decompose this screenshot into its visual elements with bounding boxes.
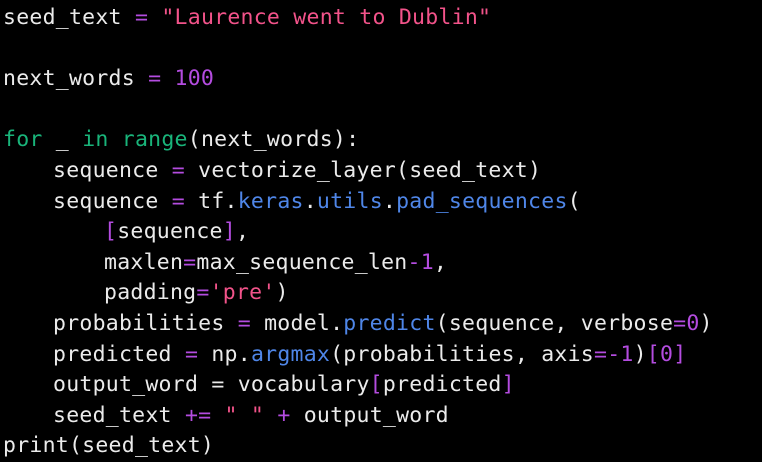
code-token: ] [673,341,687,367]
code-token: pad_sequences [396,188,568,214]
code-token: sequence [53,188,172,214]
code-line: padding='pre') [3,278,713,309]
code-line: sequence = tf.keras.utils.pad_sequences( [3,187,713,218]
code-token: ) [699,310,713,336]
code-token: = [673,310,687,336]
code-line: seed_text += " " + output_word [3,401,713,432]
code-token: ) [633,341,647,367]
code-token: output_word = vocabulary [53,372,370,398]
code-token: ( [567,188,581,214]
code-token: seed_text [3,5,135,30]
code-line: sequence = vectorize_layer(seed_text) [3,156,713,187]
code-token: next_words [3,66,149,92]
code-line: for _ in range(next_words): [3,125,713,156]
code-token: . [303,188,317,214]
code-token: output_word [290,402,449,428]
code-token: , [235,219,250,245]
code-token: padding [104,280,197,306]
code-token: = [237,310,251,336]
code-token: tf. [184,188,238,214]
code-token: utils [316,188,383,214]
code-token: model. [250,310,344,336]
code-token: [ [104,219,118,245]
code-line: print(seed_text) [3,431,713,462]
code-line: output_word = vocabulary[predicted] [3,370,713,401]
code-token: 1 [420,249,434,275]
code-line: predicted = np.argmax(probabilities, axi… [3,340,713,371]
code-line: [sequence], [3,217,713,248]
code-block: seed_text = "Laurence went to Dublin" nex… [3,3,713,462]
code-token: , [433,249,448,275]
code-token: " " [224,402,265,428]
code-token: 'pre' [209,280,276,306]
code-token: = [148,66,162,92]
code-token: . [382,188,397,214]
code-token: keras [237,188,304,214]
code-token: np. [198,341,251,367]
code-token: = [171,157,185,183]
code-token: (next_words): [187,127,360,153]
code-token: predict [343,310,436,336]
code-token: for [3,127,43,153]
code-token: = [196,280,210,306]
code-token: =- [594,341,621,367]
code-token: [ [646,341,660,367]
code-token: = [184,341,199,367]
code-line: seed_text = "Laurence went to Dublin" [3,3,713,34]
code-token: predicted [53,341,185,367]
code-token: = [134,5,149,30]
code-token: argmax [250,341,331,367]
code-token: ] [501,372,515,398]
code-token: vectorize_layer(seed_text) [184,157,542,183]
code-token: range [121,127,188,153]
code-token: sequence [117,219,223,245]
code-token: (probabilities, axis [330,341,594,367]
code-token: maxlen [104,249,184,275]
code-token: 0 [660,341,674,367]
code-token: 100 [174,66,215,92]
code-token: (sequence, verbose [435,310,674,336]
code-token: probabilities [53,310,238,336]
code-token: seed_text [53,402,185,428]
code-line: probabilities = model.predict(sequence, … [3,309,713,340]
code-token: print(seed_text) [3,433,215,459]
code-token: sequence [53,157,172,183]
code-line: next_words = 100 [3,64,713,95]
code-token: = [171,188,185,214]
code-token: in [82,127,109,153]
code-line: maxlen=max_sequence_len-1, [3,248,713,279]
code-token: ] [222,219,236,245]
code-token: ) [275,280,289,306]
code-token: "Laurence went to Dublin" [161,5,492,30]
code-token: _ [42,127,83,153]
code-token: + [277,402,291,428]
code-token: = [183,249,197,275]
code-token: 0 [686,310,700,336]
code-token: predicted [382,372,502,398]
code-token: += [184,402,212,428]
code-token: 1 [620,341,634,367]
code-token: - [407,249,421,275]
code-token: [ [369,372,383,398]
code-token: max_sequence_len [196,249,408,275]
